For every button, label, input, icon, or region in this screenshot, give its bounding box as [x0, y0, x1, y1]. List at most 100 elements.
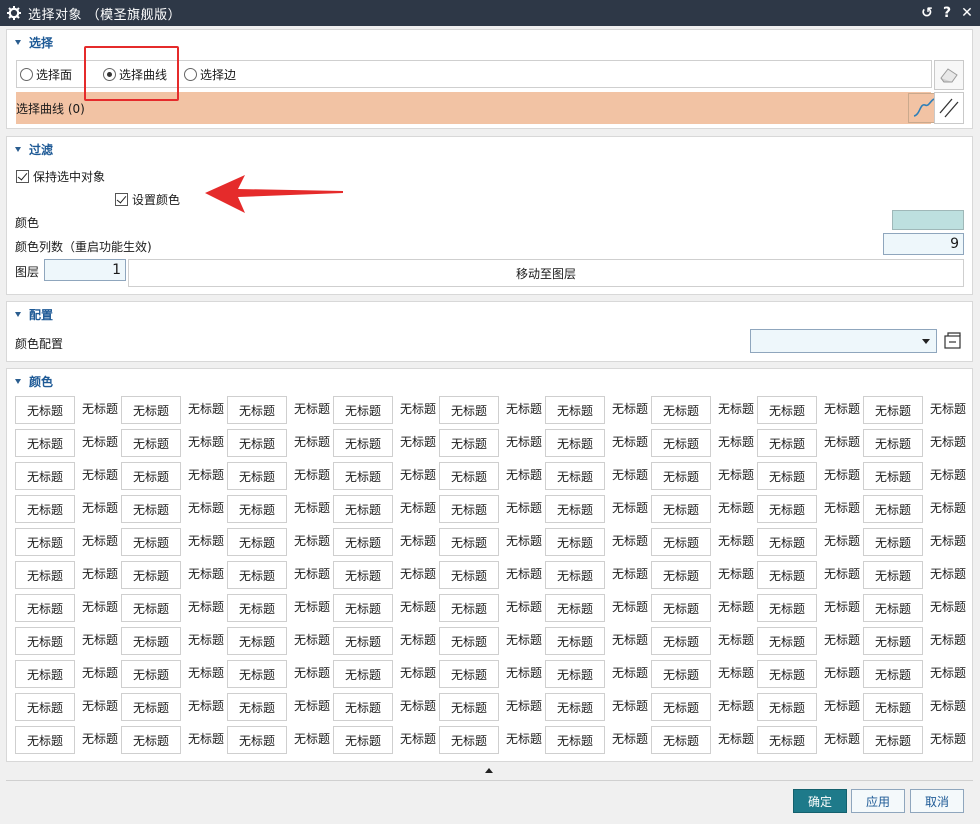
move-to-layer-button[interactable]: 移动至图层 — [128, 259, 964, 287]
color-cell-button[interactable]: 无标题 — [333, 660, 393, 688]
radio-select-face[interactable]: 选择面 — [20, 66, 72, 83]
color-cell-button[interactable]: 无标题 — [333, 594, 393, 622]
color-config-select[interactable] — [750, 329, 937, 353]
color-cell-button[interactable]: 无标题 — [651, 660, 711, 688]
color-cell-button[interactable]: 无标题 — [15, 726, 75, 754]
color-cell-button[interactable]: 无标题 — [15, 528, 75, 556]
layer-input[interactable]: 1 — [44, 259, 126, 281]
color-cell-button[interactable]: 无标题 — [15, 627, 75, 655]
color-cell-button[interactable]: 无标题 — [227, 627, 287, 655]
colors-group-header[interactable]: 颜色 — [15, 373, 53, 389]
config-group-header[interactable]: 配置 — [15, 306, 53, 322]
color-cell-button[interactable]: 无标题 — [863, 660, 923, 688]
color-cell-button[interactable]: 无标题 — [651, 495, 711, 523]
color-cell-button[interactable]: 无标题 — [545, 429, 605, 457]
color-cell-button[interactable]: 无标题 — [439, 528, 499, 556]
color-cell-button[interactable]: 无标题 — [121, 627, 181, 655]
color-cell-button[interactable]: 无标题 — [545, 627, 605, 655]
color-cell-button[interactable]: 无标题 — [439, 429, 499, 457]
color-cell-button[interactable]: 无标题 — [651, 693, 711, 721]
color-cell-button[interactable]: 无标题 — [227, 528, 287, 556]
color-cell-button[interactable]: 无标题 — [863, 594, 923, 622]
color-cell-button[interactable]: 无标题 — [545, 594, 605, 622]
color-cell-button[interactable]: 无标题 — [757, 726, 817, 754]
color-cell-button[interactable]: 无标题 — [863, 726, 923, 754]
reset-icon[interactable]: ↺ — [920, 5, 934, 21]
color-cell-button[interactable]: 无标题 — [227, 561, 287, 589]
color-cell-button[interactable]: 无标题 — [545, 462, 605, 490]
color-cell-button[interactable]: 无标题 — [651, 561, 711, 589]
color-cell-button[interactable]: 无标题 — [545, 693, 605, 721]
color-cell-button[interactable]: 无标题 — [651, 627, 711, 655]
color-cell-button[interactable]: 无标题 — [227, 594, 287, 622]
color-cell-button[interactable]: 无标题 — [545, 660, 605, 688]
color-cell-button[interactable]: 无标题 — [651, 528, 711, 556]
color-cell-button[interactable]: 无标题 — [227, 462, 287, 490]
color-cell-button[interactable]: 无标题 — [333, 561, 393, 589]
filter-group-header[interactable]: 过滤 — [15, 141, 53, 157]
color-cell-button[interactable]: 无标题 — [15, 594, 75, 622]
color-cell-button[interactable]: 无标题 — [651, 462, 711, 490]
keep-selected-checkbox[interactable]: 保持选中对象 — [16, 168, 105, 185]
color-cell-button[interactable]: 无标题 — [863, 627, 923, 655]
color-cell-button[interactable]: 无标题 — [333, 495, 393, 523]
color-cell-button[interactable]: 无标题 — [757, 528, 817, 556]
color-cell-button[interactable]: 无标题 — [757, 660, 817, 688]
color-cell-button[interactable]: 无标题 — [15, 396, 75, 424]
color-cell-button[interactable]: 无标题 — [121, 726, 181, 754]
color-cell-button[interactable]: 无标题 — [757, 429, 817, 457]
color-cell-button[interactable]: 无标题 — [333, 726, 393, 754]
color-cell-button[interactable]: 无标题 — [121, 462, 181, 490]
color-cell-button[interactable]: 无标题 — [863, 528, 923, 556]
color-cell-button[interactable]: 无标题 — [333, 528, 393, 556]
color-cell-button[interactable]: 无标题 — [121, 693, 181, 721]
color-cell-button[interactable]: 无标题 — [227, 495, 287, 523]
color-cell-button[interactable]: 无标题 — [651, 726, 711, 754]
color-cell-button[interactable]: 无标题 — [15, 429, 75, 457]
color-swatch[interactable] — [892, 210, 964, 230]
color-cell-button[interactable]: 无标题 — [333, 627, 393, 655]
selection-group-header[interactable]: 选择 — [15, 34, 53, 50]
color-cell-button[interactable]: 无标题 — [439, 726, 499, 754]
color-cell-button[interactable]: 无标题 — [651, 396, 711, 424]
color-cell-button[interactable]: 无标题 — [333, 462, 393, 490]
color-cell-button[interactable]: 无标题 — [863, 462, 923, 490]
color-cell-button[interactable]: 无标题 — [121, 660, 181, 688]
collapse-panel-arrow-icon[interactable] — [485, 768, 493, 773]
color-cell-button[interactable]: 无标题 — [757, 495, 817, 523]
color-cell-button[interactable]: 无标题 — [333, 429, 393, 457]
color-cell-button[interactable]: 无标题 — [757, 462, 817, 490]
color-cell-button[interactable]: 无标题 — [227, 726, 287, 754]
apply-button[interactable]: 应用 — [851, 789, 905, 813]
color-cell-button[interactable]: 无标题 — [121, 561, 181, 589]
color-cell-button[interactable]: 无标题 — [15, 561, 75, 589]
set-color-checkbox[interactable]: 设置颜色 — [115, 191, 180, 208]
color-cell-button[interactable]: 无标题 — [757, 561, 817, 589]
color-cell-button[interactable]: 无标题 — [757, 396, 817, 424]
color-cell-button[interactable]: 无标题 — [439, 693, 499, 721]
color-cell-button[interactable]: 无标题 — [439, 495, 499, 523]
color-cell-button[interactable]: 无标题 — [439, 462, 499, 490]
radio-select-edge[interactable]: 选择边 — [184, 66, 236, 83]
color-cell-button[interactable]: 无标题 — [863, 396, 923, 424]
color-cell-button[interactable]: 无标题 — [757, 627, 817, 655]
color-cell-button[interactable]: 无标题 — [439, 561, 499, 589]
color-cell-button[interactable]: 无标题 — [121, 495, 181, 523]
color-cell-button[interactable]: 无标题 — [333, 693, 393, 721]
color-cell-button[interactable]: 无标题 — [545, 495, 605, 523]
color-cell-button[interactable]: 无标题 — [651, 594, 711, 622]
color-cell-button[interactable]: 无标题 — [121, 396, 181, 424]
color-cell-button[interactable]: 无标题 — [545, 726, 605, 754]
color-cell-button[interactable]: 无标题 — [227, 660, 287, 688]
color-cell-button[interactable]: 无标题 — [121, 528, 181, 556]
ok-button[interactable]: 确定 — [793, 789, 847, 813]
color-cell-button[interactable]: 无标题 — [15, 495, 75, 523]
color-cell-button[interactable]: 无标题 — [439, 627, 499, 655]
radio-select-curve[interactable]: 选择曲线 — [103, 66, 167, 83]
color-cell-button[interactable]: 无标题 — [863, 495, 923, 523]
color-cell-button[interactable]: 无标题 — [227, 693, 287, 721]
color-cell-button[interactable]: 无标题 — [757, 693, 817, 721]
open-config-button[interactable] — [941, 329, 964, 353]
color-cell-button[interactable]: 无标题 — [863, 693, 923, 721]
eraser-button[interactable] — [934, 60, 964, 90]
